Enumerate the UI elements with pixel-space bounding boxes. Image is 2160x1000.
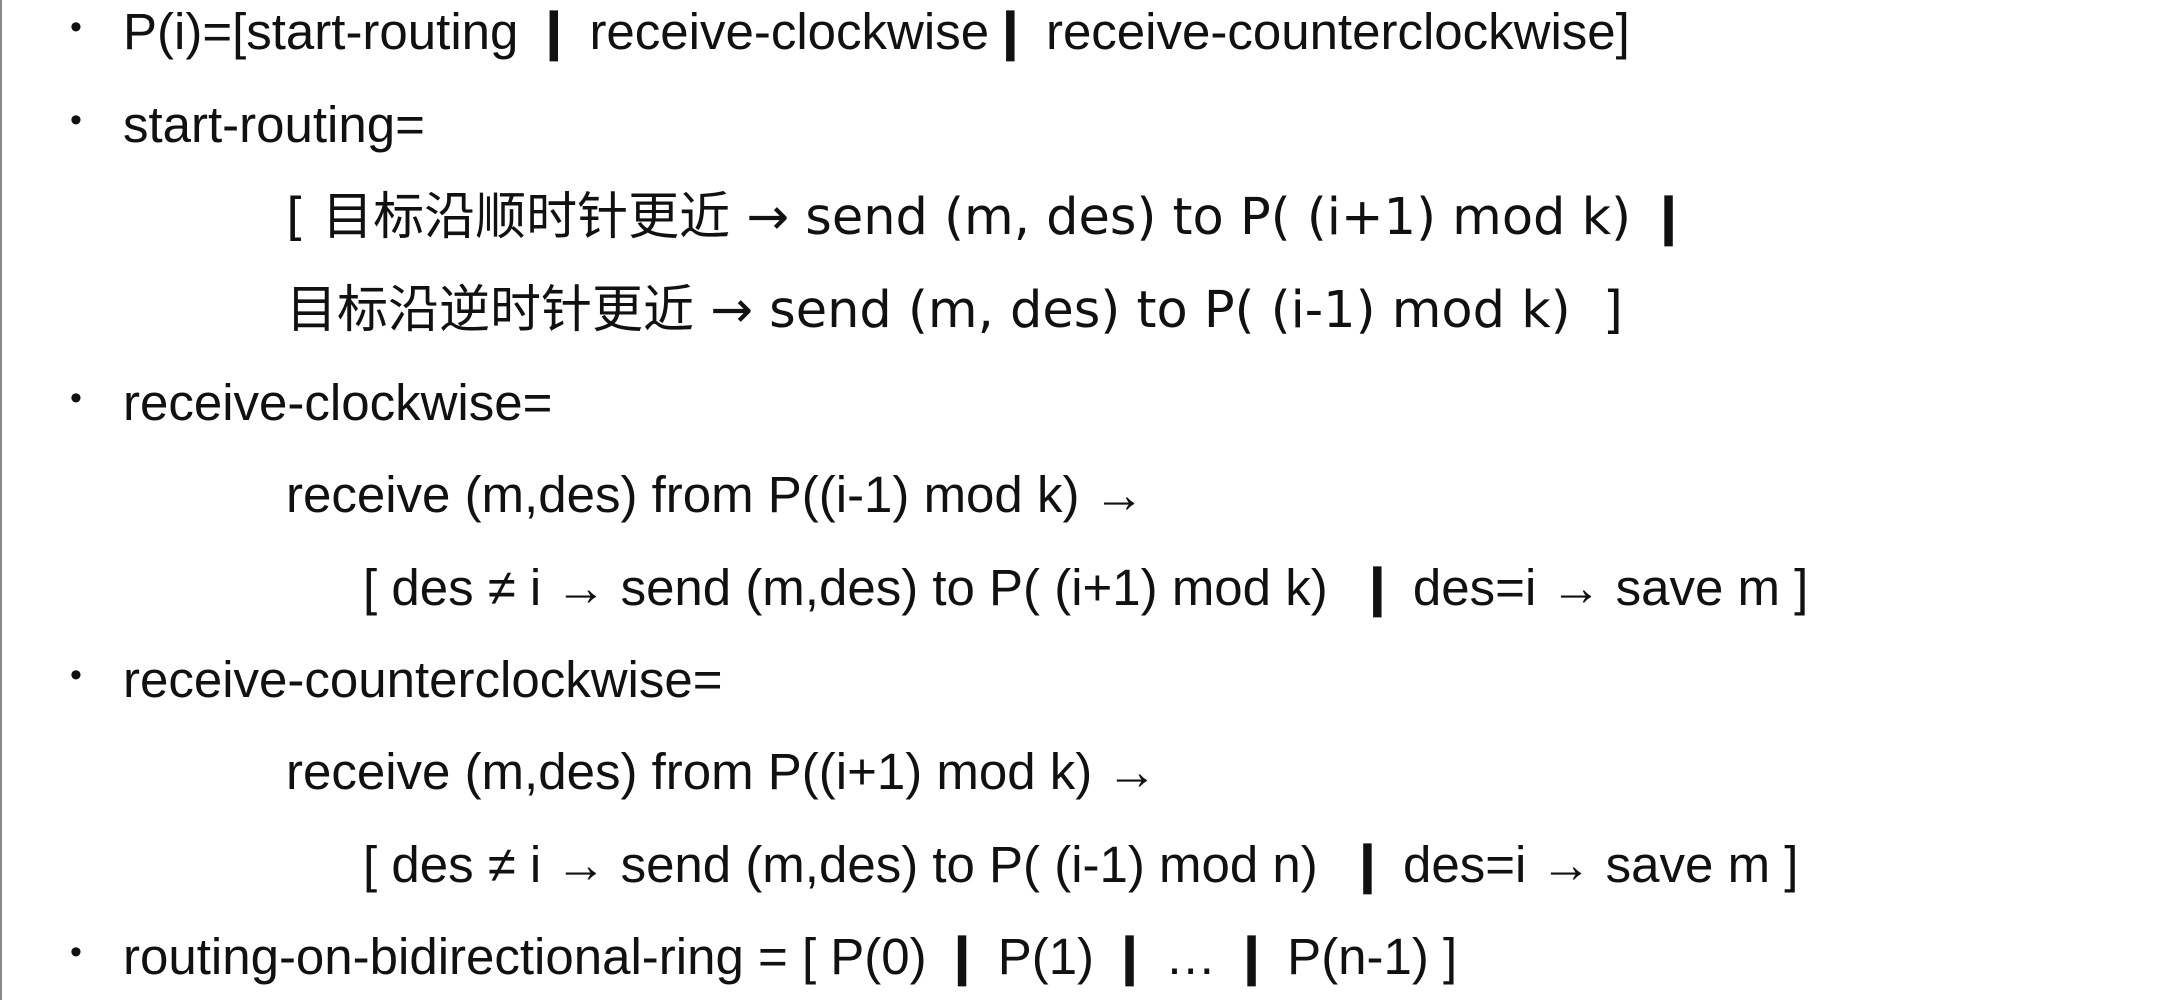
left-border [0,0,2,1000]
receive-clockwise-heading: receive-clockwise= [123,374,553,431]
start-routing-counterclockwise-branch: 目标沿逆时针更近 → send (m, des) to P( (i-1) mod… [286,281,1623,340]
receive-clockwise-receive-line: receive (m,des) from P((i-1) mod k) → [286,466,1145,523]
receive-counterclockwise-guard-line: [ des ≠ i → send (m,des) to P( (i-1) mod… [363,836,1799,893]
receive-clockwise-guard-line: [ des ≠ i → send (m,des) to P( (i+1) mod… [363,559,1809,616]
bullet-marker: • [70,656,82,694]
start-routing-heading: start-routing= [123,96,425,153]
receive-counterclockwise-heading: receive-counterclockwise= [123,651,723,708]
bullet-marker: • [70,933,82,971]
start-routing-clockwise-branch: [ 目标沿顺时针更近 → send (m, des) to P( (i+1) m… [286,188,1691,247]
process-definition-line: P(i)=[start-routing ❙ receive-clockwise❙… [123,3,1630,60]
bullet-marker: • [70,8,82,46]
bullet-marker: • [70,379,82,417]
bullet-marker: • [70,101,82,139]
slide: • P(i)=[start-routing ❙ receive-clockwis… [0,0,2160,1000]
routing-on-bidirectional-ring-line: routing-on-bidirectional-ring = [ P(0) ❙… [123,928,1458,985]
receive-counterclockwise-receive-line: receive (m,des) from P((i+1) mod k) → [286,743,1158,800]
